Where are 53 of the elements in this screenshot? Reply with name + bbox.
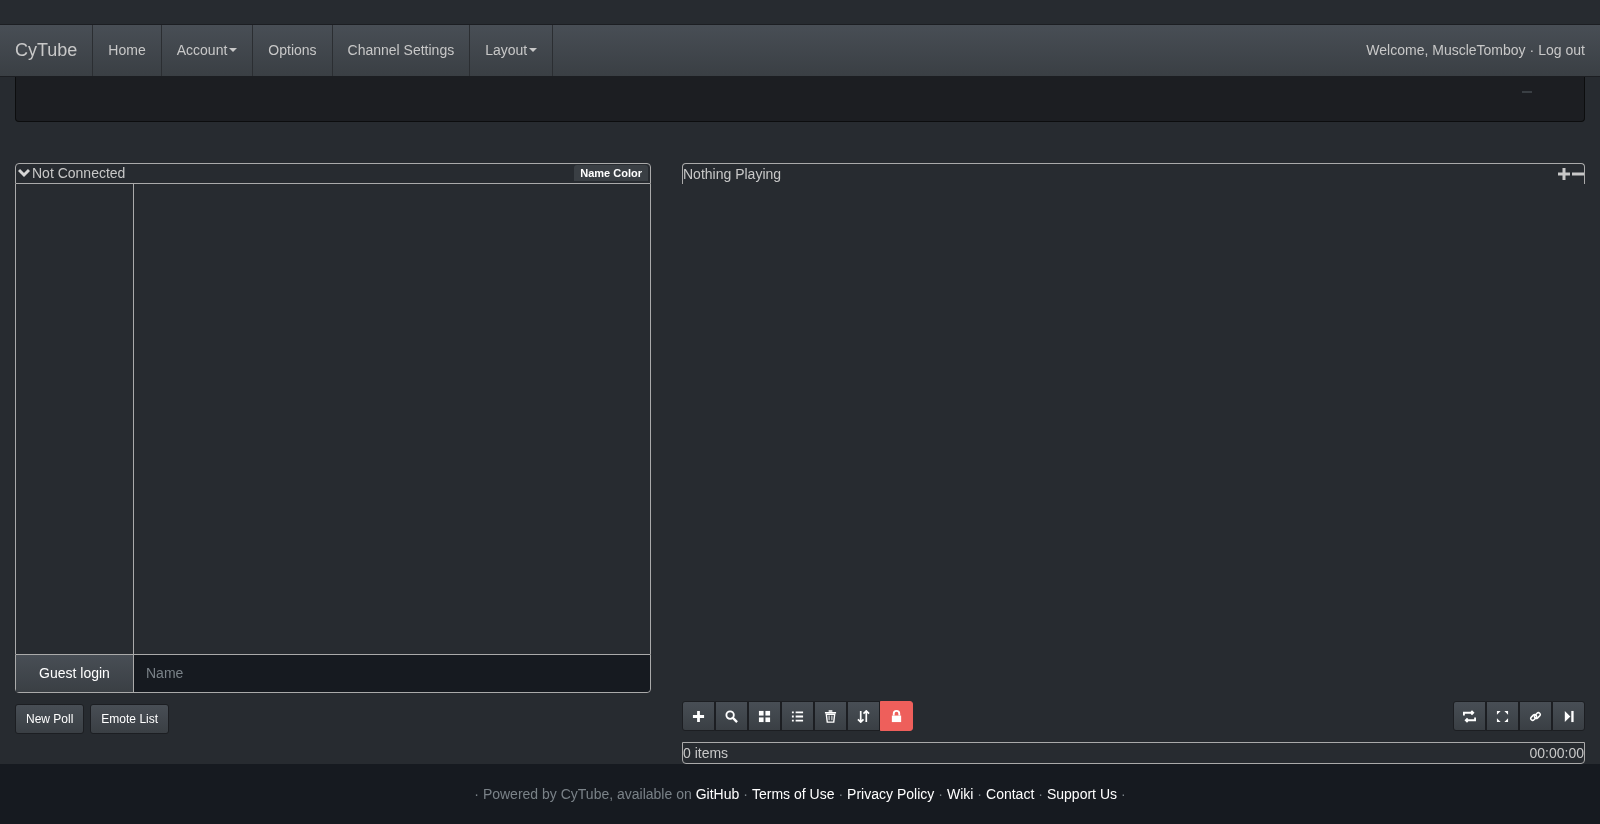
footer-link[interactable]: Privacy Policy [847,786,935,803]
lock-button[interactable] [880,701,913,732]
brand-link[interactable]: CyTube [0,24,94,76]
grid-icon [758,709,771,723]
skip-button[interactable] [1552,701,1585,732]
separator-dot: · [938,786,943,803]
nav-link[interactable]: Channel Settings [332,24,471,76]
nav-link[interactable]: Account [161,24,254,76]
footer-text: · Powered by CyTube, available on [474,786,692,803]
separator-dot: · [977,786,983,803]
fullscreen-icon [1496,709,1509,723]
footer-link[interactable]: Support Us [1046,786,1117,803]
trash-button[interactable] [814,701,847,732]
name-color-button[interactable]: Name Color [574,165,648,182]
add-icon [692,709,705,723]
footer-link[interactable]: Wiki [946,786,974,803]
fullscreen-button[interactable] [1486,701,1519,732]
link-button[interactable] [1519,701,1552,732]
sort-icon [857,709,870,723]
nav-link[interactable]: Layout [470,24,554,76]
separator-dot: · [838,786,844,803]
now-playing-title: Nothing Playing [683,165,782,182]
add-button[interactable] [682,701,715,732]
search-icon [725,709,738,723]
playlist-duration: 00:00:00 [1529,745,1584,762]
skip-icon [1562,709,1575,723]
welcome-text: Welcome, MuscleTomboy [1366,42,1526,59]
chat-tool-button[interactable]: New Poll [15,703,85,734]
repeat-icon [1463,709,1476,723]
separator-dot: · [1038,786,1043,803]
chevron-down-icon[interactable] [18,168,30,179]
separator-dot: · [1529,42,1535,59]
search-button[interactable] [715,701,748,732]
separator-dot: · [743,786,748,803]
footer-link[interactable]: GitHub [695,786,740,803]
chat-tool-button[interactable]: Emote List [90,703,170,734]
separator-dot: · [1121,786,1126,803]
list-icon [791,709,804,723]
footer-link[interactable]: Contact [986,786,1035,803]
lock-icon [890,709,903,723]
connection-status: Not Connected [32,165,126,182]
footer-link[interactable]: Terms of Use [751,786,835,803]
trash-icon [824,709,837,723]
nav-link[interactable]: Options [253,24,333,76]
logout-link[interactable]: Log out [1538,42,1585,59]
list-button[interactable] [781,701,814,732]
repeat-button[interactable] [1453,701,1486,732]
nav-link[interactable]: Home [93,24,162,76]
link-icon [1529,709,1542,723]
grid-button[interactable] [748,701,781,732]
playlist-count: 0 items [683,745,729,762]
plus-icon[interactable] [1558,167,1570,180]
sort-button[interactable] [847,701,880,732]
